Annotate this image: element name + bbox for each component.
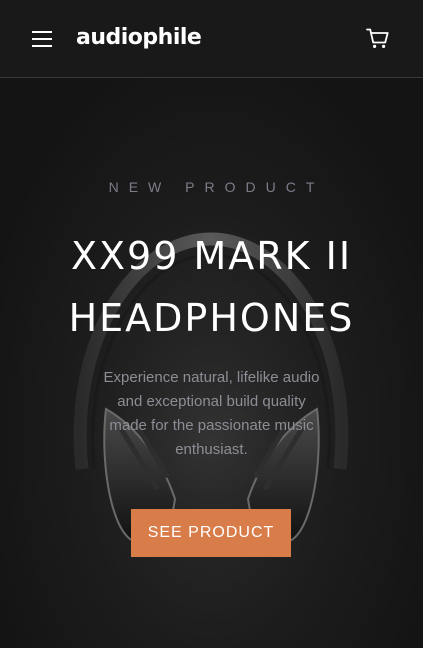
logo[interactable]: audiophile: [76, 24, 202, 52]
see-product-button[interactable]: SEE PRODUCT: [131, 509, 291, 557]
product-title: XX99 MARK II HEADPHONES: [0, 225, 423, 349]
new-product-overline: NEW PRODUCT: [108, 179, 325, 195]
site-header: audiophile: [0, 0, 423, 78]
hamburger-menu-icon[interactable]: [32, 31, 52, 47]
hero-section: NEW PRODUCT XX99 MARK II HEADPHONES Expe…: [0, 79, 423, 648]
shopping-cart-icon[interactable]: [366, 28, 389, 49]
product-description: Experience natural, lifelike audio and e…: [103, 369, 320, 458]
product-title-line1: XX99 MARK II: [70, 234, 353, 278]
product-title-line2: HEADPHONES: [68, 296, 355, 340]
